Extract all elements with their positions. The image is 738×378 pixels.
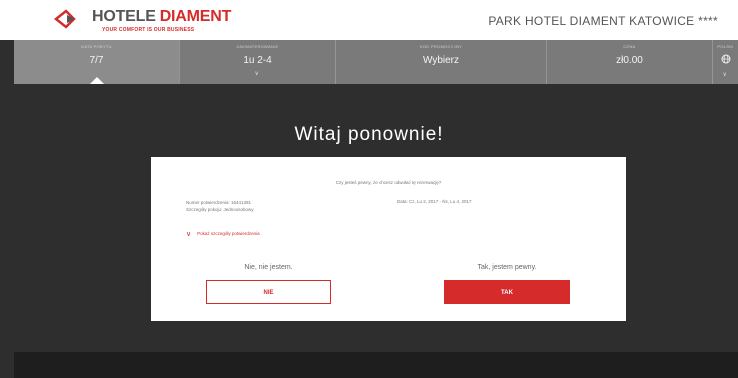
dates-label: DATA POBYTU: [81, 44, 112, 49]
page-footer: [14, 352, 738, 378]
brand-name[interactable]: HOTELE DIAMENT: [92, 8, 231, 26]
booking-price-section[interactable]: CENA zł0.00: [547, 40, 713, 84]
language-label: POLSKI: [717, 44, 734, 49]
hotel-name: PARK HOTEL DIAMENT KATOWICE ****: [488, 14, 718, 28]
booking-bar: DATA POBYTU 7/7 ZAKWATEROWANIE 1u 2-4 ∨ …: [14, 40, 738, 84]
brand-first-word: HOTELE: [92, 8, 156, 25]
yes-button[interactable]: TAK: [444, 280, 570, 304]
show-details-link[interactable]: ∨ Pokaż szczegóły potwierdzenia: [186, 229, 260, 238]
confirmation-question: Czy jesteś pewny, że chcesz odwołać tę r…: [335, 180, 442, 185]
booking-promo-section[interactable]: KOD PROMOCYJNY Wybierz: [336, 40, 547, 84]
globe-icon: [721, 54, 731, 64]
reservation-details: Numer potwierdzenia: 16441391 Szczegóły …: [186, 199, 254, 213]
confirmation-number: Numer potwierdzenia: 16441391: [186, 200, 252, 205]
no-prompt-label: Nie, nie jestem.: [244, 264, 293, 271]
booking-dates-section[interactable]: DATA POBYTU 7/7: [14, 40, 180, 84]
brand-tagline: YOUR COMFORT IS OUR BUSINESS: [102, 27, 195, 33]
promo-label: KOD PROMOCYJNY: [419, 44, 463, 49]
active-indicator-icon: [89, 77, 104, 84]
rooms-label: ZAKWATEROWANIE: [236, 44, 279, 49]
booking-rooms-section[interactable]: ZAKWATEROWANIE 1u 2-4 ∨: [180, 40, 336, 84]
price-value: zł0.00: [616, 55, 643, 66]
yes-prompt-label: Tak, jestem pewny.: [477, 264, 537, 271]
show-details-label: Pokaż szczegóły potwierdzenia: [197, 231, 260, 236]
chevron-down-icon: ∨: [254, 71, 259, 77]
reservation-dates: Data: Cz, Lu 2, 2017 - Ńs, Lu 4, 2017: [397, 199, 472, 204]
room-details: Szczegóły pokoju: Jednoosobowy: [186, 207, 254, 212]
rooms-value: 1u 2-4: [243, 55, 272, 66]
language-section[interactable]: POLSKI ∨: [713, 40, 738, 84]
welcome-heading: Witaj ponownie!: [294, 124, 444, 145]
diamond-logo-icon[interactable]: [54, 9, 84, 29]
cancel-confirmation-modal: Czy jesteś pewny, że chcesz odwołać tę r…: [151, 157, 626, 321]
no-button[interactable]: NIE: [206, 280, 331, 304]
chevron-down-icon: ∨: [186, 231, 192, 238]
price-label: CENA: [623, 44, 636, 49]
dates-value: 7/7: [89, 55, 104, 66]
language-chevron-icon: ∨: [722, 72, 727, 78]
promo-value: Wybierz: [422, 55, 460, 66]
brand-second-word: DIAMENT: [159, 8, 232, 25]
site-header: HOTELE DIAMENT YOUR COMFORT IS OUR BUSINE…: [0, 0, 738, 40]
